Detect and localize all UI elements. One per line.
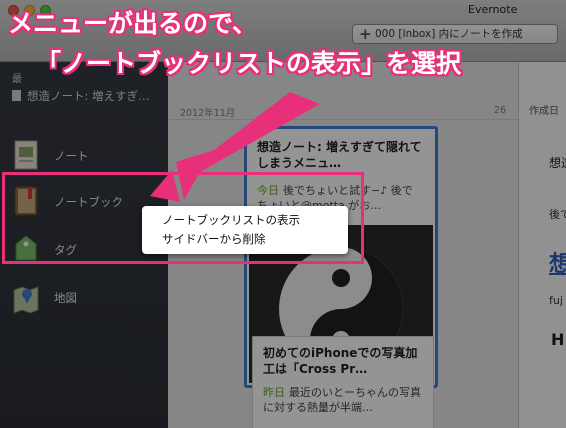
context-menu-item-show-notebook-list[interactable]: ノートブックリストの表示 [162, 212, 300, 228]
context-menu: ノートブックリストの表示 サイドバーから削除 [142, 206, 348, 254]
annotation-caption-line1: メニューが出るので、 [8, 9, 258, 38]
annotation-caption-line2: 「ノートブックリストの表示」を選択 [36, 49, 462, 78]
context-menu-item-remove-from-sidebar[interactable]: サイドバーから削除 [162, 231, 266, 247]
